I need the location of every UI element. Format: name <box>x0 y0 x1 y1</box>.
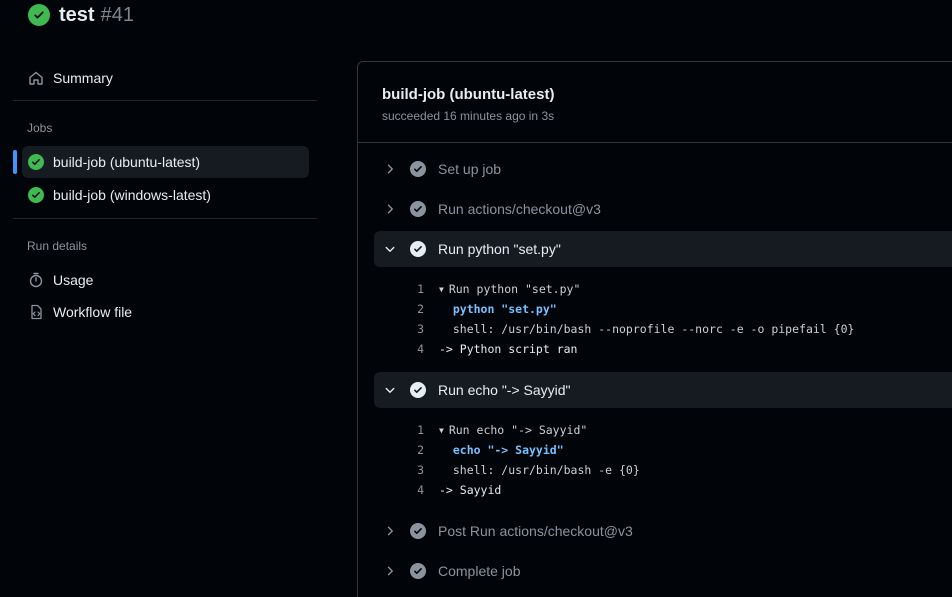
chevron-right-icon <box>382 201 398 217</box>
sidebar-item-job-ubuntu[interactable]: build-job (ubuntu-latest) <box>22 146 309 178</box>
sidebar-item-label: build-job (windows-latest) <box>53 187 211 203</box>
line-number: 1 <box>417 282 424 296</box>
log-text: echo "-> Sayyid" <box>439 443 564 457</box>
step-log: 1 ▼ Run echo "-> Sayyid" 2 echo "-> Sayy… <box>404 420 952 500</box>
step-complete-job[interactable]: Complete job <box>374 553 952 589</box>
run-number: #41 <box>100 3 134 26</box>
log-line: 2 echo "-> Sayyid" <box>404 440 952 460</box>
sidebar-divider <box>13 100 317 101</box>
log-line: 4 -> Python script ran <box>404 339 952 359</box>
log-line: 3 shell: /usr/bin/bash --noprofile --nor… <box>404 319 952 339</box>
sidebar-item-job-windows[interactable]: build-job (windows-latest) <box>22 179 309 211</box>
step-checkout[interactable]: Run actions/checkout@v3 <box>374 191 952 227</box>
sidebar-item-label: Usage <box>53 272 94 288</box>
line-number: 3 <box>417 322 424 336</box>
log-text: Run echo "-> Sayyid" <box>448 423 588 437</box>
sidebar-item-label: Summary <box>53 70 113 86</box>
line-number: 4 <box>417 483 424 497</box>
log-text: python "set.py" <box>439 302 557 316</box>
sidebar-item-workflow-file[interactable]: Workflow file <box>22 296 309 328</box>
stopwatch-icon <box>28 272 44 288</box>
step-label: Set up job <box>438 161 502 177</box>
step-post-checkout[interactable]: Post Run actions/checkout@v3 <box>374 513 952 549</box>
step-success-icon <box>410 563 426 579</box>
run-title: test <box>59 3 95 26</box>
active-indicator <box>13 150 17 174</box>
expand-triangle-icon[interactable]: ▼ <box>439 426 444 435</box>
log-text: -> Python script ran <box>439 342 578 356</box>
chevron-down-icon <box>382 241 398 257</box>
sidebar-item-label: Workflow file <box>53 304 133 320</box>
step-success-icon <box>410 382 426 398</box>
line-number: 3 <box>417 463 424 477</box>
success-check-icon <box>28 187 44 203</box>
line-number: 2 <box>417 443 424 457</box>
step-set-up-job[interactable]: Set up job <box>374 151 952 187</box>
success-check-icon <box>28 4 50 26</box>
file-code-icon <box>28 304 44 320</box>
step-success-icon <box>410 241 426 257</box>
job-panel: build-job (ubuntu-latest) succeeded 16 m… <box>357 61 952 597</box>
log-text: Run python "set.py" <box>448 282 581 296</box>
step-run-echo[interactable]: Run echo "-> Sayyid" <box>374 372 952 408</box>
sidebar-item-summary[interactable]: Summary <box>22 62 309 94</box>
job-status: succeeded 16 minutes ago in 3s <box>382 109 555 123</box>
log-line: 4 -> Sayyid <box>404 480 952 500</box>
step-label: Post Run actions/checkout@v3 <box>438 523 633 539</box>
step-label: Run echo "-> Sayyid" <box>438 382 571 398</box>
log-text: shell: /usr/bin/bash -e {0} <box>439 463 640 477</box>
jobs-section-label: Jobs <box>27 121 53 135</box>
home-icon <box>28 70 44 86</box>
step-success-icon <box>410 161 426 177</box>
log-text: shell: /usr/bin/bash --noprofile --norc … <box>439 322 855 336</box>
job-title: build-job (ubuntu-latest) <box>382 86 555 103</box>
step-label: Run actions/checkout@v3 <box>438 201 601 217</box>
chevron-right-icon <box>382 161 398 177</box>
step-success-icon <box>410 523 426 539</box>
log-line[interactable]: 1 ▼ Run echo "-> Sayyid" <box>404 420 952 440</box>
log-line[interactable]: 1 ▼ Run python "set.py" <box>404 279 952 299</box>
panel-divider <box>358 142 952 143</box>
sidebar-item-label: build-job (ubuntu-latest) <box>53 154 201 170</box>
step-log: 1 ▼ Run python "set.py" 2 python "set.py… <box>404 279 952 359</box>
sidebar-divider <box>13 218 317 219</box>
log-text: -> Sayyid <box>439 483 502 497</box>
chevron-right-icon <box>382 523 398 539</box>
line-number: 4 <box>417 342 424 356</box>
run-header: test #41 <box>28 2 134 28</box>
step-run-python[interactable]: Run python "set.py" <box>374 231 952 267</box>
run-details-section-label: Run details <box>27 239 88 253</box>
log-line: 3 shell: /usr/bin/bash -e {0} <box>404 460 952 480</box>
step-label: Complete job <box>438 563 521 579</box>
sidebar-item-usage[interactable]: Usage <box>22 264 309 296</box>
step-label: Run python "set.py" <box>438 241 561 257</box>
log-line: 2 python "set.py" <box>404 299 952 319</box>
step-success-icon <box>410 201 426 217</box>
line-number: 1 <box>417 423 424 437</box>
line-number: 2 <box>417 302 424 316</box>
chevron-down-icon <box>382 382 398 398</box>
success-check-icon <box>28 154 44 170</box>
chevron-right-icon <box>382 563 398 579</box>
expand-triangle-icon[interactable]: ▼ <box>439 285 444 294</box>
